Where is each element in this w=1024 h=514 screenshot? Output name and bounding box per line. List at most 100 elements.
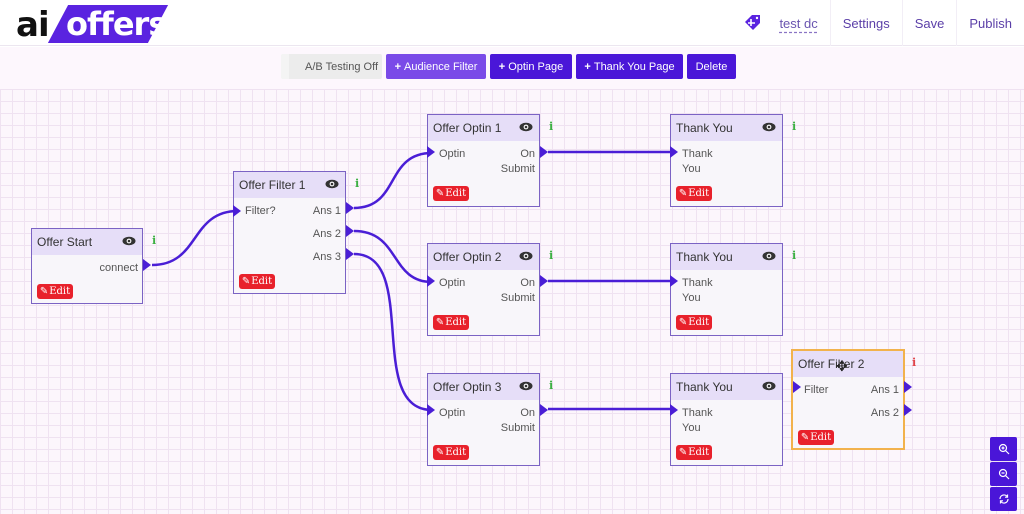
node-header[interactable]: Thank You [671,115,782,141]
node-offer-optin-3[interactable]: Offer Optin 3 Optin On Submit ✎ Edit [427,373,540,466]
add-audience-filter-button[interactable]: + Audience Filter [386,54,486,79]
toolbar: A/B Testing Off + Audience Filter + Optin … [0,47,1024,89]
move-cursor-icon: ✥ [836,358,848,374]
input-port-you: You [682,292,701,304]
edit-icon: ✎ [800,432,810,443]
output-handle[interactable] [346,202,354,214]
edit-button[interactable]: ✎ Edit [433,186,469,201]
delete-button[interactable]: Delete [687,54,736,79]
node-title: Offer Optin 2 [433,250,502,264]
node-offer-start[interactable]: Offer Start connect ✎ Edit [31,228,143,304]
edit-button[interactable]: ✎ Edit [798,430,834,445]
node-header[interactable]: Offer Optin 1 [428,115,539,141]
input-handle[interactable] [670,404,678,416]
info-icon[interactable]: i [792,120,796,133]
info-icon[interactable]: i [912,356,916,369]
node-header[interactable]: Offer Optin 2 [428,244,539,270]
edit-button[interactable]: ✎ Edit [676,186,712,201]
node-thank-you-3[interactable]: Thank You Thank You ✎ Edit [670,373,783,466]
edit-label: Edit [445,447,467,458]
input-handle[interactable] [670,146,678,158]
output-port-ans2: Ans 2 [870,407,899,419]
ab-testing-toggle[interactable]: A/B Testing Off [281,54,382,79]
output-handle[interactable] [540,275,548,287]
info-icon[interactable]: i [792,249,796,262]
add-optin-page-button[interactable]: + Optin Page [490,54,572,79]
output-handle[interactable] [346,248,354,260]
zoom-in-icon [998,443,1009,455]
node-header[interactable]: Thank You [671,244,782,270]
info-icon[interactable]: i [355,177,359,190]
node-header[interactable]: Offer Optin 3 [428,374,539,400]
edit-button[interactable]: ✎ Edit [676,445,712,460]
edit-label: Edit [688,447,710,458]
output-port-submit: Submit [500,292,535,304]
node-header[interactable]: Thank You [671,374,782,400]
edit-button[interactable]: ✎ Edit [433,315,469,330]
edit-icon: ✎ [435,188,445,199]
node-header[interactable]: Offer Filter 1 [234,172,345,198]
node-offer-filter-1[interactable]: Offer Filter 1 Filter? Ans 1 Ans 2 Ans 3… [233,171,346,294]
input-port-thank: Thank [682,407,713,419]
reset-zoom-button[interactable] [990,487,1017,511]
node-header[interactable]: Offer Start [32,229,142,255]
logo[interactable]: ai offers [14,3,169,45]
info-icon[interactable]: i [549,249,553,262]
output-handle[interactable] [904,381,912,393]
node-offer-optin-1[interactable]: Offer Optin 1 Optin On Submit ✎ Edit [427,114,540,207]
button-label: Audience Filter [404,60,478,73]
output-handle[interactable] [540,146,548,158]
edit-label: Edit [445,188,467,199]
eye-icon[interactable] [762,250,776,264]
eye-icon[interactable] [325,178,339,192]
output-port-ans3: Ans 3 [312,251,341,263]
tag-icon[interactable] [741,12,763,34]
settings-link[interactable]: Settings [829,0,902,46]
info-icon[interactable]: i [549,120,553,133]
node-thank-you-2[interactable]: Thank You Thank You ✎ Edit [670,243,783,336]
eye-icon[interactable] [122,235,136,249]
input-handle[interactable] [427,404,435,416]
edit-button[interactable]: ✎ Edit [239,274,275,289]
output-port-on: On [520,148,535,160]
eye-icon[interactable] [519,121,533,135]
input-handle[interactable] [670,275,678,287]
add-thank-you-page-button[interactable]: + Thank You Page [576,54,683,79]
edit-icon: ✎ [678,317,688,328]
input-port-you: You [682,422,701,434]
save-link[interactable]: Save [901,0,957,46]
node-offer-optin-2[interactable]: Offer Optin 2 Optin On Submit ✎ Edit [427,243,540,336]
eye-icon[interactable] [519,380,533,394]
info-icon[interactable]: i [152,234,156,247]
input-handle[interactable] [793,381,801,393]
publish-link[interactable]: Publish [956,0,1024,46]
node-title: Offer Optin 3 [433,380,502,394]
zoom-out-button[interactable] [990,462,1017,486]
input-handle[interactable] [427,275,435,287]
output-handle[interactable] [143,259,151,271]
edit-button[interactable]: ✎ Edit [37,284,73,299]
node-offer-filter-2[interactable]: Offer Filter 2 Filter Ans 1 Ans 2 ✎ Edit [791,349,905,450]
user-name-link[interactable]: test dc [779,0,829,46]
input-handle[interactable] [427,146,435,158]
eye-icon[interactable] [519,250,533,264]
eye-icon[interactable] [762,380,776,394]
output-port-submit: Submit [500,163,535,175]
node-title: Thank You [676,380,733,394]
input-handle[interactable] [233,205,241,217]
node-thank-you-1[interactable]: Thank You Thank You ✎ Edit [670,114,783,207]
edit-icon: ✎ [678,447,688,458]
plus-icon: + [394,60,402,73]
output-handle[interactable] [540,404,548,416]
node-title: Thank You [676,121,733,135]
edit-button[interactable]: ✎ Edit [433,445,469,460]
zoom-in-button[interactable] [990,437,1017,461]
output-handle[interactable] [904,404,912,416]
node-header[interactable]: Offer Filter 2 [793,351,903,377]
eye-icon[interactable] [762,121,776,135]
output-handle[interactable] [346,225,354,237]
edit-button[interactable]: ✎ Edit [676,315,712,330]
input-port-optin: Optin [439,407,466,419]
info-icon[interactable]: i [549,379,553,392]
input-port-thank: Thank [682,148,713,160]
